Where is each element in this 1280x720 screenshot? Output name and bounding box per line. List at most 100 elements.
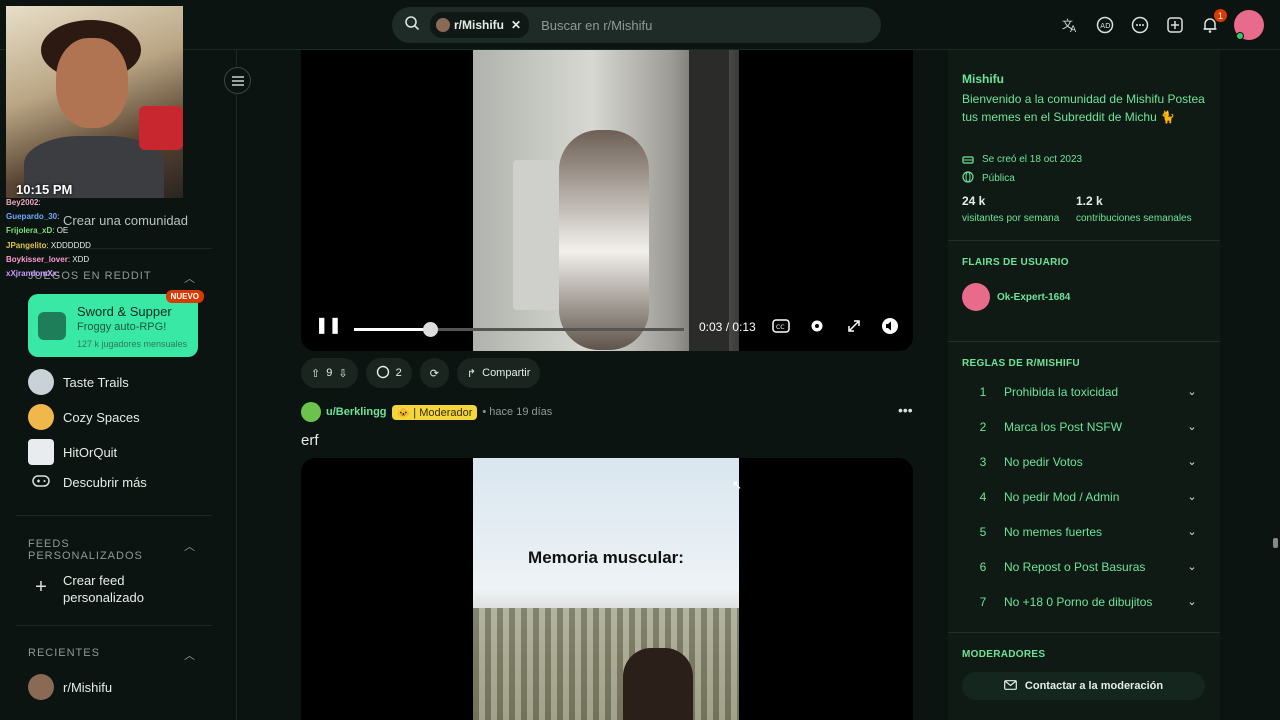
chevron-down-icon[interactable]: ⌄ [1184, 455, 1200, 468]
feeds-section-label: FEEDS PERSONALIZADOS [28, 538, 143, 562]
chat-msg: : OE [52, 226, 69, 236]
moderators-section-title: MODERADORES [962, 649, 1046, 660]
comments-button[interactable]: 2 [365, 358, 412, 388]
downvote-icon[interactable]: ⇩ [338, 367, 347, 380]
bell-icon[interactable]: 1 [1199, 9, 1227, 36]
game-icon [38, 312, 66, 340]
rule-label: No +18 0 Porno de dibujitos [1004, 594, 1153, 609]
chat-msg: : [57, 269, 60, 279]
progress-handle[interactable] [422, 322, 438, 337]
post-title[interactable]: erf [301, 432, 319, 449]
user-avatar[interactable] [1234, 10, 1264, 40]
share-label: Compartir [482, 367, 531, 379]
close-icon[interactable]: ✕ [511, 18, 521, 32]
chevron-down-icon[interactable]: ⌄ [1184, 595, 1200, 608]
search-bar[interactable]: r/Mishifu ✕ Buscar en r/Mishifu [392, 7, 881, 43]
volume-icon[interactable] [880, 316, 900, 336]
user-avatar[interactable] [301, 402, 321, 422]
rule-item[interactable]: 4 No pedir Mod / Admin ⌄ [962, 479, 1200, 514]
chevron-up-icon[interactable]: ︿ [184, 647, 196, 663]
rule-item[interactable]: 7 No +18 0 Porno de dibujitos ⌄ [962, 584, 1200, 619]
rule-item[interactable]: 1 Prohibida la toxicidad ⌄ [962, 374, 1200, 409]
share-button[interactable]: ↱ Compartir [456, 358, 541, 388]
search-input[interactable]: Buscar en r/Mishifu [541, 18, 652, 33]
top-bar: r/Mishifu ✕ Buscar en r/Mishifu 文A AD 1 [0, 0, 1280, 50]
sidebar-item-cozy-spaces[interactable]: Cozy Spaces [28, 404, 140, 430]
video-caption: Memoria muscular: [528, 548, 684, 567]
sidebar-item-taste-trails[interactable]: Taste Trails [28, 369, 129, 395]
chat-user: xXjrandomXx [6, 269, 58, 279]
cozy-spaces-icon [28, 404, 54, 430]
cake-icon [962, 152, 974, 167]
vote-count: 9 [326, 367, 333, 379]
sidebar-item-mishifu[interactable]: r/Mishifu [28, 674, 112, 700]
chevron-down-icon[interactable]: ⌄ [1184, 385, 1200, 398]
visibility-label: Pública [982, 173, 1015, 184]
chat-icon[interactable] [1129, 14, 1151, 36]
create-icon[interactable] [1164, 14, 1186, 36]
settings-gear-icon[interactable] [807, 316, 827, 336]
chat-line: Frijolera_xD: OE [6, 224, 186, 238]
recent-section-header[interactable]: RECIENTES ︿ [28, 647, 196, 663]
rule-item[interactable]: 5 No memes fuertes ⌄ [962, 514, 1200, 549]
chevron-down-icon[interactable]: ⌄ [1184, 490, 1200, 503]
contact-mods-button[interactable]: Contactar a la moderación [962, 672, 1205, 700]
chat-line: xXjrandomXx: [6, 267, 186, 281]
rule-label: No pedir Votos [1004, 454, 1083, 469]
feeds-section-header[interactable]: FEEDS PERSONALIZADOS ︿ [28, 538, 196, 562]
vote-control: ⇧ 9 ⇩ [301, 358, 358, 388]
sidebar-item-label: Cozy Spaces [63, 409, 140, 425]
create-feed-label: Crear feed personalizado [63, 573, 144, 605]
svg-text:AD: AD [1100, 22, 1110, 30]
cam-face [56, 38, 128, 128]
rule-number: 6 [979, 559, 987, 574]
upvote-icon[interactable]: ⇧ [311, 367, 320, 380]
chevron-down-icon[interactable]: ⌄ [1184, 525, 1200, 538]
crosspost-button[interactable]: ⟳ [419, 358, 449, 388]
sidebar-divider [16, 625, 212, 626]
post-video-player[interactable]: Memoria muscular: [301, 458, 913, 720]
rule-item[interactable]: 2 Marca los Post NSFW ⌄ [962, 409, 1200, 444]
page-scrollbar[interactable] [1273, 538, 1278, 548]
rule-number: 5 [979, 524, 987, 539]
search-icon [404, 15, 420, 36]
post-video-player[interactable]: ❚❚ 0:03 / 0:13 CC [301, 50, 913, 351]
rule-label: Marca los Post NSFW [1004, 419, 1123, 434]
promo-title: Sword & Supper [77, 304, 172, 319]
flair-avatar [962, 283, 990, 311]
chevron-up-icon[interactable]: ︿ [184, 538, 196, 562]
rule-label: No pedir Mod / Admin [1004, 489, 1120, 504]
rule-item[interactable]: 3 No pedir Votos ⌄ [962, 444, 1200, 479]
chevron-down-icon[interactable]: ⌄ [1184, 420, 1200, 433]
pause-icon[interactable]: ❚❚ [315, 315, 342, 335]
ad-icon[interactable]: AD [1094, 14, 1116, 36]
chat-msg: : XDDDDDD [46, 240, 91, 250]
video-progress-bar[interactable] [354, 322, 684, 337]
sidebar-item-hitorquit[interactable]: HitOrQuit [28, 439, 117, 465]
more-options-icon[interactable]: ••• [898, 402, 913, 418]
captions-icon[interactable]: CC [771, 316, 791, 336]
rule-number: 2 [979, 419, 987, 434]
crosspost-icon: ⟳ [429, 367, 439, 380]
user-flair: 🐱 | Moderador [391, 404, 478, 420]
fullscreen-icon[interactable] [844, 316, 864, 336]
chevron-down-icon[interactable]: ⌄ [1184, 560, 1200, 573]
stream-clock: 10:15 PM [16, 182, 73, 197]
chat-user: Frijolera_xD [6, 226, 53, 236]
sidebar-item-discover-more[interactable]: Descubrir más [28, 474, 147, 491]
sidebar-item-label: Descubrir más [63, 475, 147, 490]
promo-card-sword-supper[interactable]: NUEVO Sword & Supper Froggy auto-RPG! 12… [28, 290, 204, 357]
post-author[interactable]: u/Berklingg [326, 406, 387, 418]
chat-line: Boykisser_lover: XDD [6, 253, 186, 267]
sidebar-item-label: r/Mishifu [63, 679, 113, 695]
community-description: Bienvenido a la comunidad de Mishifu Pos… [962, 92, 1205, 124]
rule-item[interactable]: 6 No Repost o Post Basuras ⌄ [962, 549, 1200, 584]
section-divider [948, 632, 1220, 633]
rule-number: 1 [979, 384, 987, 399]
user-flair-entry[interactable]: Ok-Expert-1684 [962, 283, 1070, 311]
translate-icon[interactable]: 文A [1059, 14, 1081, 36]
comment-count: 2 [395, 367, 402, 379]
promo-players: 127 k jugadores mensuales [77, 339, 188, 349]
create-feed-button[interactable]: + Crear feed personalizado [28, 572, 153, 606]
search-community-chip[interactable]: r/Mishifu ✕ [430, 12, 530, 38]
